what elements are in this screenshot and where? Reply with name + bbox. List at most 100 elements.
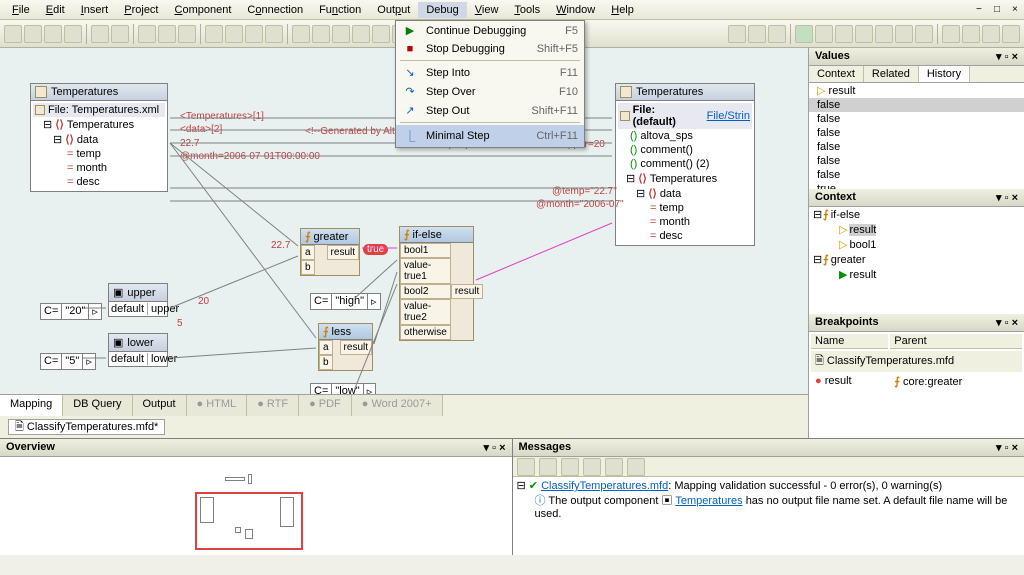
toolbar-btn[interactable] xyxy=(91,25,109,43)
tab-context[interactable]: Context xyxy=(809,66,864,82)
menu-component[interactable]: Component xyxy=(167,2,240,18)
toolbar-btn[interactable] xyxy=(982,25,1000,43)
menu-item-stop-debugging[interactable]: ■Stop DebuggingShift+F5 xyxy=(396,40,584,58)
port-a[interactable]: a xyxy=(301,245,315,260)
msg-btn[interactable] xyxy=(627,458,645,476)
tree-item[interactable]: temp xyxy=(659,202,683,214)
tree-item[interactable]: comment() (2) xyxy=(640,158,709,170)
msg-btn[interactable] xyxy=(583,458,601,476)
value-row[interactable]: false xyxy=(809,154,1024,168)
toolbar-btn[interactable] xyxy=(352,25,370,43)
toolbar-btn[interactable] xyxy=(835,25,853,43)
menu-insert[interactable]: Insert xyxy=(73,2,117,18)
minimize-button[interactable]: − xyxy=(968,2,984,16)
toolbar-btn[interactable] xyxy=(875,25,893,43)
tab-word[interactable]: ● Word 2007+ xyxy=(352,395,443,416)
target-node-temperatures[interactable]: Temperatures File: (default) File/Strin … xyxy=(615,83,755,246)
toolbar-btn[interactable] xyxy=(855,25,873,43)
toolbar-btn[interactable] xyxy=(4,25,22,43)
msg-comp-link[interactable]: Temperatures xyxy=(675,495,742,507)
value-row[interactable]: false xyxy=(809,140,1024,154)
toolbar-btn[interactable] xyxy=(158,25,176,43)
tree-item[interactable]: data xyxy=(660,188,681,200)
tab-dbquery[interactable]: DB Query xyxy=(63,395,132,416)
value-row[interactable]: false xyxy=(809,112,1024,126)
tab-output[interactable]: Output xyxy=(133,395,187,416)
msg-btn[interactable] xyxy=(539,458,557,476)
tree-item[interactable]: altova_sps xyxy=(640,130,693,142)
port-result[interactable]: result xyxy=(340,340,372,355)
toolbar-btn[interactable] xyxy=(111,25,129,43)
tree-item[interactable]: temp xyxy=(76,148,100,160)
toolbar-btn[interactable] xyxy=(265,25,283,43)
context-item[interactable]: ⊟⨍ if-else xyxy=(809,207,1024,222)
menu-project[interactable]: Project xyxy=(116,2,166,18)
menu-item-minimal-step[interactable]: ⎿Minimal StepCtrl+F11 xyxy=(396,125,584,147)
toolbar-btn[interactable] xyxy=(728,25,746,43)
toolbar-btn[interactable] xyxy=(1002,25,1020,43)
value-row[interactable]: true xyxy=(809,182,1024,189)
toolbar-btn[interactable] xyxy=(332,25,350,43)
toolbar-btn[interactable] xyxy=(942,25,960,43)
toolbar-btn[interactable] xyxy=(245,25,263,43)
toolbar-btn[interactable] xyxy=(225,25,243,43)
toolbar-btn[interactable] xyxy=(312,25,330,43)
tab-html[interactable]: ● HTML xyxy=(187,395,248,416)
toolbar-btn[interactable] xyxy=(815,25,833,43)
tree-item[interactable]: Temperatures xyxy=(650,173,717,185)
menu-function[interactable]: Function xyxy=(311,2,369,18)
msg-btn[interactable] xyxy=(605,458,623,476)
source-node-temperatures[interactable]: Temperatures File: Temperatures.xml ⊟⟨⟩T… xyxy=(30,83,168,192)
panel-controls[interactable]: ▾ ▫ × xyxy=(996,191,1018,204)
menu-connection[interactable]: Connection xyxy=(239,2,311,18)
port-b[interactable]: b xyxy=(319,355,333,370)
const-20[interactable]: C="20"▹ xyxy=(40,303,102,320)
tree-item[interactable]: comment() xyxy=(640,144,693,156)
overview-canvas[interactable] xyxy=(0,457,512,555)
bp-file[interactable]: ClassifyTemperatures.mfd xyxy=(827,355,954,367)
panel-controls[interactable]: ▾ ▫ × xyxy=(996,316,1018,329)
msg-btn[interactable] xyxy=(517,458,535,476)
tab-related[interactable]: Related xyxy=(864,66,919,82)
toolbar-btn[interactable] xyxy=(292,25,310,43)
menu-view[interactable]: View xyxy=(467,2,507,18)
port[interactable]: value-true2 xyxy=(400,299,451,325)
port[interactable]: bool2 xyxy=(400,284,451,299)
toolbar-btn[interactable] xyxy=(748,25,766,43)
toolbar-btn[interactable] xyxy=(768,25,786,43)
const-high[interactable]: C="high"▹ xyxy=(310,293,381,310)
menu-edit[interactable]: Edit xyxy=(38,2,73,18)
panel-controls[interactable]: ▾ ▫ × xyxy=(996,441,1018,454)
toolbar-btn[interactable] xyxy=(915,25,933,43)
context-item[interactable]: ▶ result xyxy=(809,267,1024,282)
port-a[interactable]: a xyxy=(319,340,333,355)
menu-help[interactable]: Help xyxy=(603,2,642,18)
msg-btn[interactable] xyxy=(561,458,579,476)
tree-item[interactable]: desc xyxy=(76,176,99,188)
maximize-button[interactable]: □ xyxy=(986,2,1002,16)
port-result[interactable]: result xyxy=(451,284,483,299)
fn-greater[interactable]: ⨍ greater ab result xyxy=(300,228,360,276)
menu-item-step-out[interactable]: ↗Step OutShift+F11 xyxy=(396,101,584,120)
file-hint-link[interactable]: File/Strin xyxy=(707,110,750,122)
port[interactable]: otherwise xyxy=(400,325,451,340)
fn-less[interactable]: ⨍ less ab result xyxy=(318,323,373,371)
panel-controls[interactable]: ▾ ▫ × xyxy=(484,441,506,454)
value-row[interactable]: false xyxy=(809,168,1024,182)
toolbar-btn[interactable] xyxy=(895,25,913,43)
port-b[interactable]: b xyxy=(301,260,315,275)
port[interactable]: value-true1 xyxy=(400,258,451,284)
toolbar-btn[interactable] xyxy=(24,25,42,43)
tree-item[interactable]: desc xyxy=(659,230,682,242)
menu-debug[interactable]: Debug xyxy=(418,2,466,18)
tree-item[interactable]: month xyxy=(659,216,690,228)
value-row[interactable]: false xyxy=(809,98,1024,112)
file-tab[interactable]: 🗎 ClassifyTemperatures.mfd* xyxy=(0,416,808,438)
const-5[interactable]: C="5"▹ xyxy=(40,353,96,370)
tab-mapping[interactable]: Mapping xyxy=(0,395,63,416)
tree-item[interactable]: data xyxy=(77,134,98,146)
context-item[interactable]: ⊟⨍ greater xyxy=(809,252,1024,267)
msg-file-link[interactable]: ClassifyTemperatures.mfd xyxy=(541,480,668,492)
tree-item[interactable]: month xyxy=(76,162,107,174)
value-row[interactable]: false xyxy=(809,126,1024,140)
